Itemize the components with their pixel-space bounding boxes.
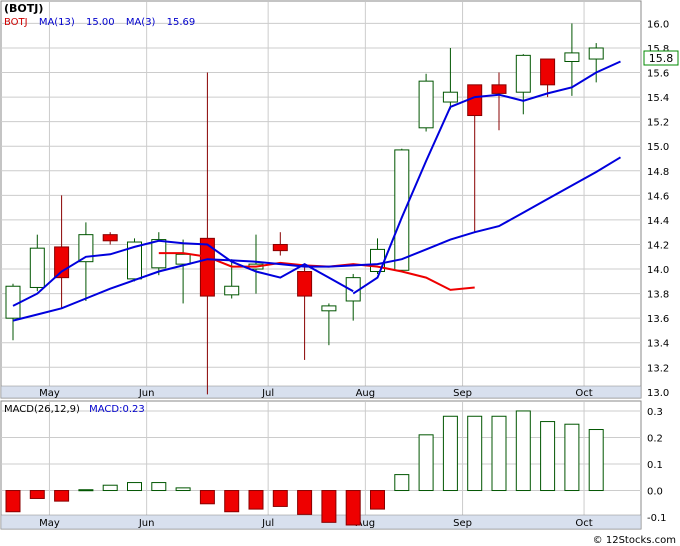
macd-bar <box>5 490 21 513</box>
legend-ma3-value: 15.69 <box>167 17 196 28</box>
macd-tick-label: -0.1 <box>647 513 667 524</box>
month-label: Oct <box>575 388 592 399</box>
macd-bar <box>199 490 215 505</box>
macd-bar <box>418 434 434 492</box>
month-label: Sep <box>453 518 472 529</box>
macd-bar <box>29 490 45 499</box>
candle-body <box>515 54 531 93</box>
candle-body <box>29 247 45 288</box>
macd-bar <box>491 415 507 492</box>
macd-bar <box>272 490 288 507</box>
candle-body <box>442 91 458 103</box>
macd-bar <box>540 421 556 492</box>
price-tick-label: 14.0 <box>647 265 669 276</box>
price-tick-label: 14.2 <box>647 240 669 251</box>
price-tick-label: 13.6 <box>647 314 669 325</box>
macd-legend-value: MACD:0.23 <box>89 404 145 415</box>
macd-bar <box>151 482 167 492</box>
macd-bar <box>224 490 240 513</box>
price-tick-label: 13.4 <box>647 339 669 350</box>
macd-bar <box>515 410 531 492</box>
price-tick-label: 14.6 <box>647 191 669 202</box>
candle-body <box>418 80 434 129</box>
candle-body <box>394 149 410 271</box>
macd-legend: MACD(26,12,9) MACD:0.23 <box>4 404 145 415</box>
legend-ma13-label: MA(13) <box>39 17 75 28</box>
macd-bar <box>442 415 458 492</box>
price-tick-label: 15.2 <box>647 118 669 129</box>
candle-body <box>321 305 337 312</box>
macd-legend-label: MACD(26,12,9) <box>4 404 80 415</box>
macd-bar <box>345 490 361 526</box>
candle-body <box>297 271 313 297</box>
candle-body <box>564 52 580 62</box>
price-tick-label: 15.0 <box>647 142 669 153</box>
month-label: Jun <box>138 388 155 399</box>
candle-body <box>54 246 70 279</box>
macd-bar <box>248 490 264 510</box>
macd-bar <box>54 490 70 502</box>
month-label: Aug <box>356 388 376 399</box>
macd-bar <box>588 429 604 492</box>
macd-tick-label: 0.2 <box>647 433 663 444</box>
legend-symbol: BOTJ <box>4 17 28 28</box>
macd-bar <box>297 490 313 515</box>
price-month-band <box>0 385 642 399</box>
macd-bar <box>370 490 385 510</box>
price-tick-label: 14.8 <box>647 167 669 178</box>
candle-body <box>272 243 288 252</box>
price-tick-label: 16.0 <box>647 19 669 30</box>
candle-body <box>5 285 21 319</box>
candle-body <box>175 253 191 265</box>
candle-body <box>540 58 556 86</box>
candle-body <box>491 84 507 94</box>
watermark: © 12Stocks.com <box>593 535 676 546</box>
last-price-tag: 15.8 <box>649 52 674 65</box>
price-y-axis: 13.0 13.2 13.4 13.6 13.8 14.0 14.2 14.4 14.6 14.8… <box>647 19 669 398</box>
candle-body <box>102 234 118 242</box>
macd-bar <box>175 487 191 492</box>
candle-body <box>224 285 240 296</box>
macd-bar <box>102 484 118 492</box>
month-label: Jun <box>138 518 155 529</box>
month-label: Oct <box>575 518 592 529</box>
macd-month-band <box>0 514 642 530</box>
stock-chart: 13.0 13.2 13.4 13.6 13.8 14.0 14.2 14.4 14.6 14.8… <box>0 0 679 546</box>
macd-tick-label: 0.0 <box>647 487 663 498</box>
price-tick-label: 13.8 <box>647 290 669 301</box>
price-tick-label: 15.4 <box>647 93 669 104</box>
month-label: May <box>39 388 60 399</box>
macd-bar <box>127 482 142 492</box>
symbol-label: (BOTJ) <box>4 2 43 15</box>
macd-bar <box>467 415 483 492</box>
macd-y-axis: -0.1 0.0 0.1 0.2 0.3 <box>647 407 667 524</box>
price-tick-label: 15.6 <box>647 69 669 80</box>
month-label: Jul <box>261 388 274 399</box>
macd-bar <box>78 489 94 492</box>
macd-bar <box>394 474 410 492</box>
month-label: Jul <box>261 518 274 529</box>
price-tick-label: 13.2 <box>647 363 669 374</box>
month-label: May <box>39 518 60 529</box>
macd-bar <box>564 423 580 492</box>
legend-ma3-label: MA(3) <box>126 17 156 28</box>
macd-tick-label: 0.3 <box>647 407 663 418</box>
legend-ma13-value: 15.00 <box>86 17 115 28</box>
candle-body <box>467 84 483 117</box>
candle-body <box>588 47 604 60</box>
month-label: Sep <box>453 388 472 399</box>
price-tick-label: 14.4 <box>647 216 669 227</box>
macd-tick-label: 0.1 <box>647 460 663 471</box>
price-tick-label: 13.0 <box>647 388 669 399</box>
macd-bar <box>321 490 337 523</box>
